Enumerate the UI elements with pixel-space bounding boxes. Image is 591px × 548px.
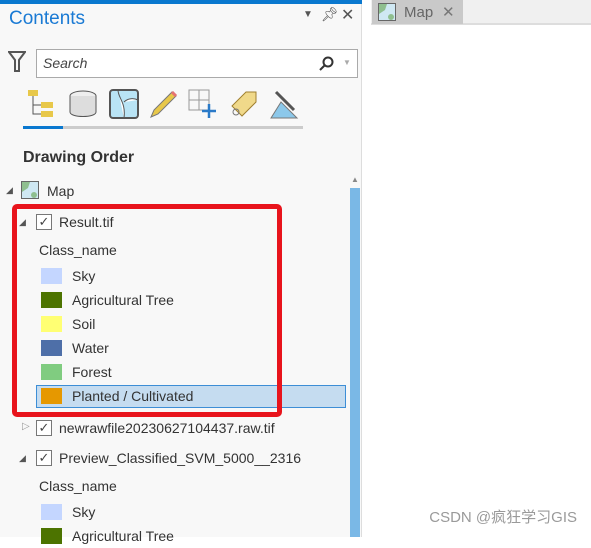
pane-menu-dropdown-icon[interactable]: ▼: [303, 9, 313, 20]
section-heading: Drawing Order: [23, 149, 135, 166]
layer-visibility-checkbox[interactable]: ✓: [36, 420, 52, 436]
list-by-editing-icon[interactable]: [147, 88, 179, 120]
scrollbar-thumb[interactable]: [350, 188, 360, 537]
legend-item[interactable]: Sky: [36, 501, 346, 524]
tool-tab-selected-indicator: [23, 126, 63, 129]
map-node[interactable]: Map: [47, 183, 74, 199]
tab-label: Map: [404, 4, 434, 21]
collapse-map-icon[interactable]: ◢: [6, 185, 13, 196]
map-icon: [21, 181, 39, 199]
list-by-perspective-imagery-icon[interactable]: [268, 88, 300, 120]
class-swatch: [41, 528, 62, 544]
filter-icon[interactable]: [8, 51, 26, 73]
close-pane-icon[interactable]: ✕: [341, 5, 354, 25]
class-swatch: [41, 504, 62, 520]
list-by-labeling-icon[interactable]: [228, 88, 260, 120]
search-input[interactable]: [43, 55, 303, 71]
watermark: CSDN @疯狂学习GIS: [429, 509, 577, 526]
expand-layer-icon[interactable]: ▷: [22, 421, 30, 432]
class-label: Sky: [72, 504, 96, 520]
search-options-chevron-icon[interactable]: ▼: [343, 58, 351, 67]
layer-name[interactable]: Preview_Classified_SVM_5000__2316: [59, 450, 301, 466]
tool-tab-track: [23, 126, 303, 129]
list-by-source-icon[interactable]: [67, 88, 99, 120]
list-by-drawing-order-icon[interactable]: [26, 88, 58, 120]
pin-icon[interactable]: 📌︎: [321, 6, 339, 23]
pane-active-bar: [0, 0, 362, 4]
search-box[interactable]: ▼: [36, 49, 358, 78]
class-label: Agricultural Tree: [72, 528, 174, 544]
scroll-up-icon[interactable]: ▲: [351, 175, 359, 184]
close-tab-icon[interactable]: ✕: [442, 3, 455, 21]
field-heading: Class_name: [39, 478, 117, 494]
collapse-layer-icon[interactable]: ◢: [19, 453, 26, 464]
tab-map[interactable]: Map ✕: [372, 0, 463, 24]
list-by-snapping-icon[interactable]: [187, 88, 219, 120]
search-icon[interactable]: [318, 56, 334, 72]
map-icon: [378, 3, 396, 21]
layer-name[interactable]: newrawfile20230627104437.raw.tif: [59, 420, 275, 436]
highlight-annotation-box: [12, 204, 282, 417]
list-by-selection-icon[interactable]: [108, 88, 140, 120]
layer-visibility-checkbox[interactable]: ✓: [36, 450, 52, 466]
pane-title: Contents: [9, 8, 86, 29]
